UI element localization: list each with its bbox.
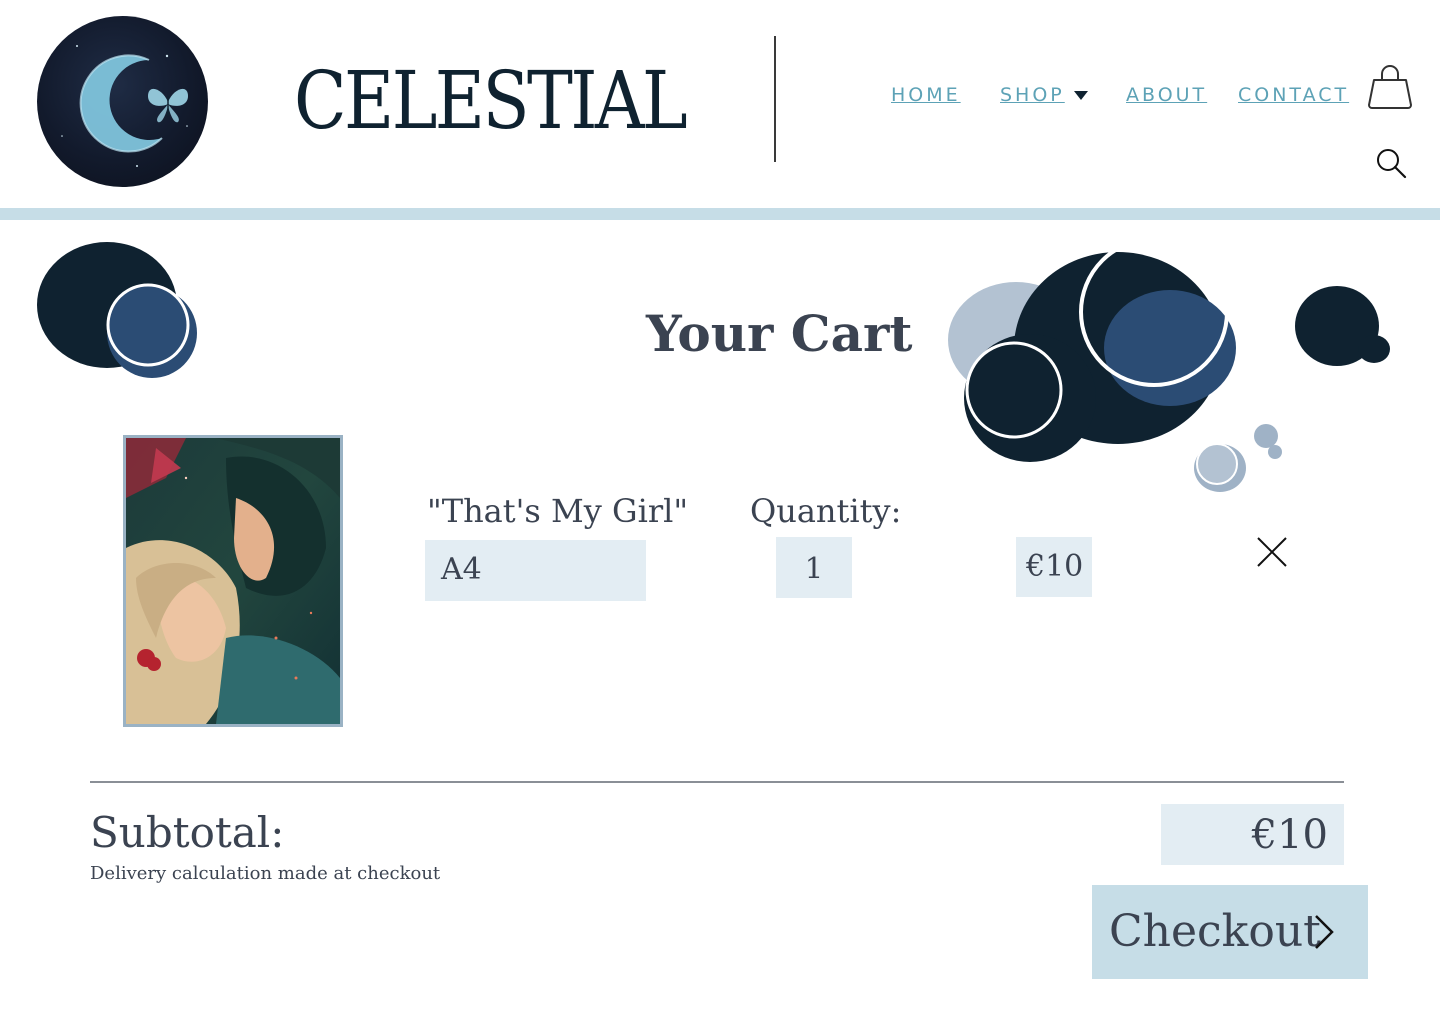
subtotal-value: €10 (1251, 812, 1328, 858)
variant-select[interactable]: A4 (425, 540, 646, 601)
bubbles-left-decoration (37, 242, 197, 378)
variant-value: A4 (441, 552, 482, 587)
close-icon[interactable] (1256, 536, 1288, 568)
shopping-bag-icon[interactable] (1366, 64, 1414, 114)
quantity-input[interactable] (776, 537, 852, 598)
product-thumbnail[interactable] (123, 435, 343, 727)
chevron-right-icon (1315, 915, 1334, 949)
item-price: €10 (1016, 537, 1092, 597)
quantity-label: Quantity: (750, 492, 902, 530)
search-icon[interactable] (1374, 146, 1408, 184)
nav-contact[interactable]: CONTACT (1238, 82, 1349, 108)
bubbles-right-decoration (948, 248, 1282, 492)
header-divider (774, 36, 776, 162)
subtotal-label: Subtotal: (90, 808, 285, 857)
brand-wordmark: CELESTIAL (294, 54, 688, 147)
bubble-far-right-decoration (1295, 286, 1390, 366)
nav-about[interactable]: ABOUT (1126, 82, 1207, 108)
subtotal-value-box: €10 (1161, 804, 1344, 865)
summary-divider (90, 781, 1344, 783)
item-price-value: €10 (1026, 549, 1084, 584)
page-title: Your Cart (646, 304, 913, 363)
moon-butterfly-logo (37, 16, 208, 187)
checkout-label: Checkout (1109, 906, 1321, 957)
chevron-down-icon[interactable] (1074, 91, 1088, 100)
product-name[interactable]: "That's My Girl" (427, 490, 688, 532)
nav-shop[interactable]: SHOP (1000, 82, 1065, 108)
nav-home[interactable]: HOME (891, 82, 961, 108)
header-band (0, 208, 1440, 220)
checkout-button[interactable]: Checkout (1092, 885, 1368, 979)
delivery-note: Delivery calculation made at checkout (90, 863, 441, 884)
